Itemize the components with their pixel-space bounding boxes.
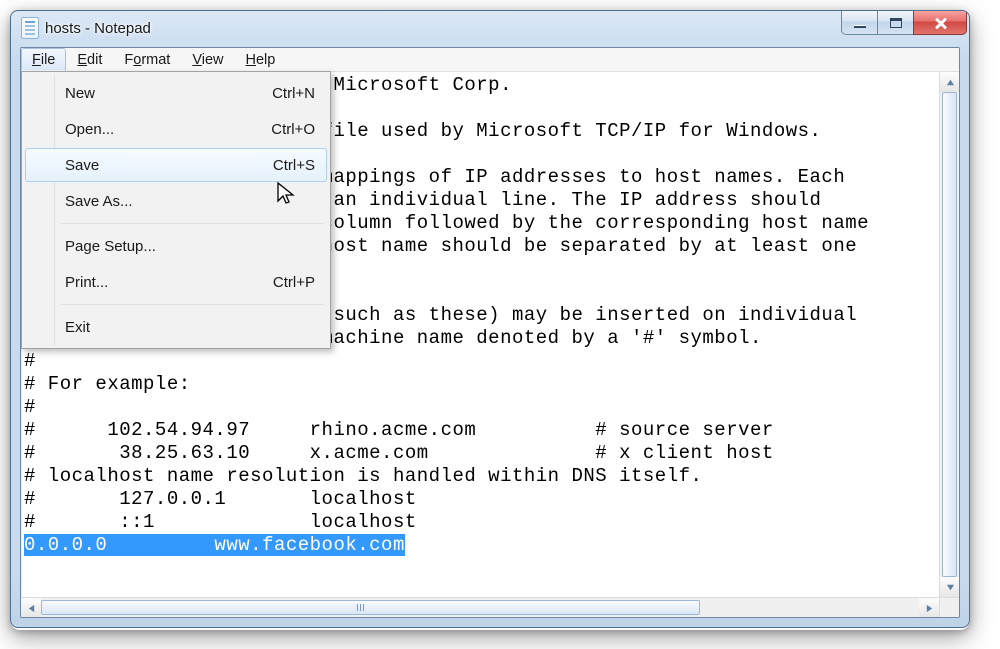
scroll-right-button[interactable] [919,598,939,618]
scroll-left-button[interactable] [21,598,41,618]
menu-item-save-as[interactable]: Save As... [25,183,327,219]
text-line: # 38.25.63.10 x.acme.com # x client host [24,442,936,465]
menu-edit[interactable]: Edit [66,48,113,71]
text-line: # 127.0.0.1 localhost [24,488,936,511]
menu-item-page-setup[interactable]: Page Setup... [25,228,327,264]
horizontal-scrollbar[interactable] [21,597,939,617]
text-line: # [24,396,936,419]
menu-item-print[interactable]: Print... Ctrl+P [25,264,327,300]
close-button[interactable] [913,11,967,35]
menu-format[interactable]: Format [113,48,181,71]
menubar: File Edit Format View Help [21,48,959,72]
menu-item-open[interactable]: Open... Ctrl+O [25,111,327,147]
horizontal-scroll-thumb[interactable] [41,600,700,615]
vertical-scroll-thumb[interactable] [942,92,957,577]
menu-file[interactable]: File [21,48,66,71]
window-title: hosts - Notepad [45,20,151,37]
client-area: File Edit Format View Help New Ctrl+N [20,47,960,618]
scroll-down-button[interactable] [940,577,960,597]
text-line: # For example: [24,373,936,396]
menu-separator [61,304,324,305]
menu-view[interactable]: View [181,48,234,71]
menu-help[interactable]: Help [235,48,287,71]
titlebar[interactable]: hosts - Notepad [11,11,969,45]
text-line: # ::1 localhost [24,511,936,534]
text-line-highlighted: 0.0.0.0 www.facebook.com [24,534,936,557]
window: hosts - Notepad File Edit Format View He… [10,10,970,628]
notepad-icon [21,17,39,39]
maximize-button[interactable] [877,11,913,35]
text-line: # [24,350,936,373]
text-line: # localhost name resolution is handled w… [24,465,936,488]
horizontal-scroll-track[interactable] [41,598,919,617]
menu-item-new[interactable]: New Ctrl+N [25,75,327,111]
vertical-scroll-track[interactable] [940,92,959,577]
file-menu-dropdown: New Ctrl+N Open... Ctrl+O Save Ctrl+S Sa… [21,71,331,349]
menu-item-save[interactable]: Save Ctrl+S [25,148,327,182]
menu-separator [61,223,324,224]
scroll-up-button[interactable] [940,72,960,92]
menu-item-exit[interactable]: Exit [25,309,327,345]
minimize-button[interactable] [841,11,877,35]
vertical-scrollbar[interactable] [939,72,959,597]
text-line: # 102.54.94.97 rhino.acme.com # source s… [24,419,936,442]
scrollbar-corner [939,597,959,617]
